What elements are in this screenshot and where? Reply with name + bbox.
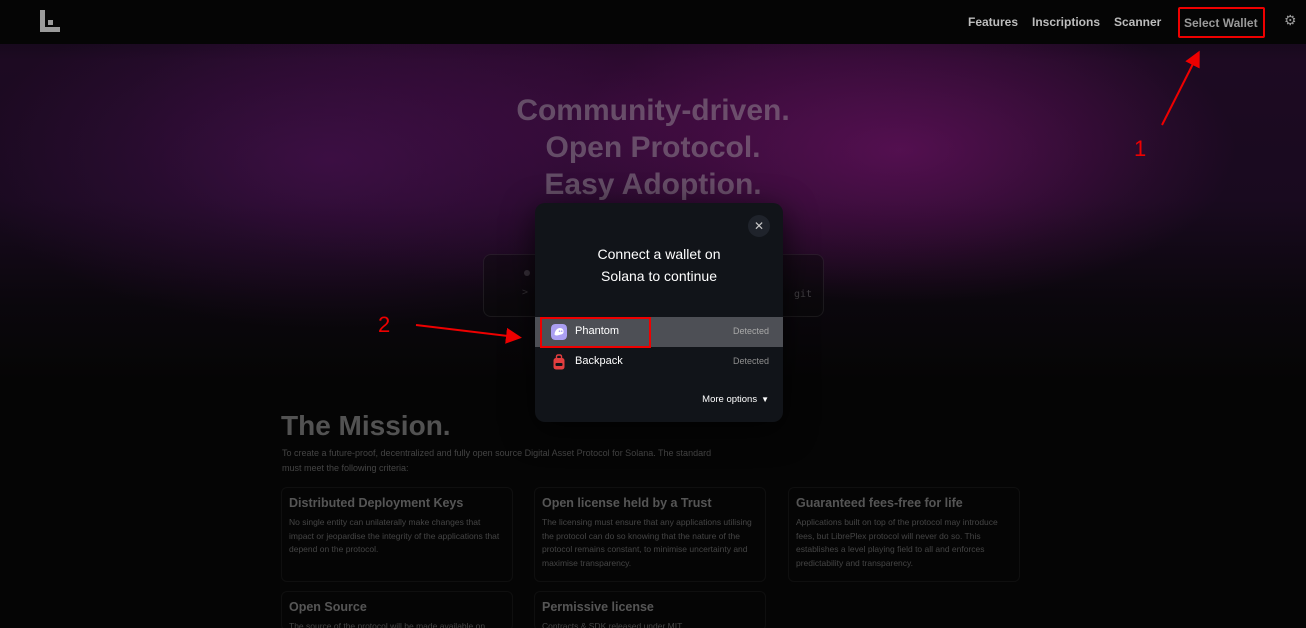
modal-title-line-2: Solana to continue — [601, 268, 717, 284]
hero-line-1: Community-driven. — [516, 94, 790, 127]
gear-icon[interactable]: ⚙ — [1284, 12, 1297, 29]
select-wallet-button[interactable]: Select Wallet — [1178, 7, 1265, 38]
card-fees-free: Guaranteed fees-free for life Applicatio… — [788, 487, 1020, 582]
connect-wallet-modal: ✕ Connect a wallet on Solana to continue… — [535, 203, 783, 422]
modal-title-line-1: Connect a wallet on — [597, 246, 721, 262]
card-distributed-keys: Distributed Deployment Keys No single en… — [281, 487, 513, 582]
more-options-button[interactable]: More options ▼ — [702, 394, 769, 405]
card-permissive-license: Permissive license Contracts & SDK relea… — [534, 591, 766, 628]
card-title: Guaranteed fees-free for life — [796, 496, 963, 510]
card-title: Distributed Deployment Keys — [289, 496, 464, 510]
card-text: The licensing must ensure that any appli… — [542, 517, 752, 568]
card-title: Open Source — [289, 600, 367, 614]
card-open-source: Open Source The source of the protocol w… — [281, 591, 513, 628]
terminal-dot-icon — [524, 270, 530, 276]
select-wallet-label: Select Wallet — [1184, 16, 1258, 30]
annotation-step-2: 2 — [378, 312, 391, 337]
card-title: Permissive license — [542, 600, 654, 614]
card-text: Applications built on top of the protoco… — [796, 517, 998, 568]
card-text: No single entity can unilaterally make c… — [289, 517, 500, 554]
nav-inscriptions-link[interactable]: Inscriptions — [1032, 15, 1100, 29]
backpack-icon — [553, 354, 565, 370]
top-navbar: Features Inscriptions Scanner Select Wal… — [0, 0, 1306, 44]
annotation-step-1: 1 — [1134, 136, 1147, 161]
terminal-text: git — [794, 289, 813, 300]
mission-title: The Mission. — [281, 410, 451, 441]
nav-features-link[interactable]: Features — [968, 15, 1018, 29]
nav-scanner-link[interactable]: Scanner — [1114, 15, 1161, 29]
mission-description: To create a future-proof, decentralized … — [282, 448, 712, 473]
wallet-status: Detected — [732, 326, 769, 336]
card-title: Open license held by a Trust — [542, 496, 712, 510]
hero-line-3: Easy Adoption. — [544, 168, 762, 201]
more-options-label: More options — [702, 394, 758, 405]
terminal-prompt-icon: > — [522, 287, 529, 298]
wallet-option-backpack[interactable]: Backpack Detected — [535, 347, 783, 377]
hero-line-2: Open Protocol. — [545, 131, 761, 164]
wallet-status: Detected — [732, 356, 769, 366]
librePlex-logo-icon — [40, 10, 60, 32]
annotation-highlight-phantom — [540, 317, 651, 348]
wallet-name: Backpack — [575, 355, 623, 367]
card-text: Contracts & SDK released under MIT. — [542, 621, 684, 628]
caret-down-icon: ▼ — [761, 395, 769, 404]
close-icon[interactable]: ✕ — [748, 215, 770, 237]
card-text: The source of the protocol will be made … — [289, 621, 486, 628]
card-open-license: Open license held by a Trust The licensi… — [534, 487, 766, 582]
